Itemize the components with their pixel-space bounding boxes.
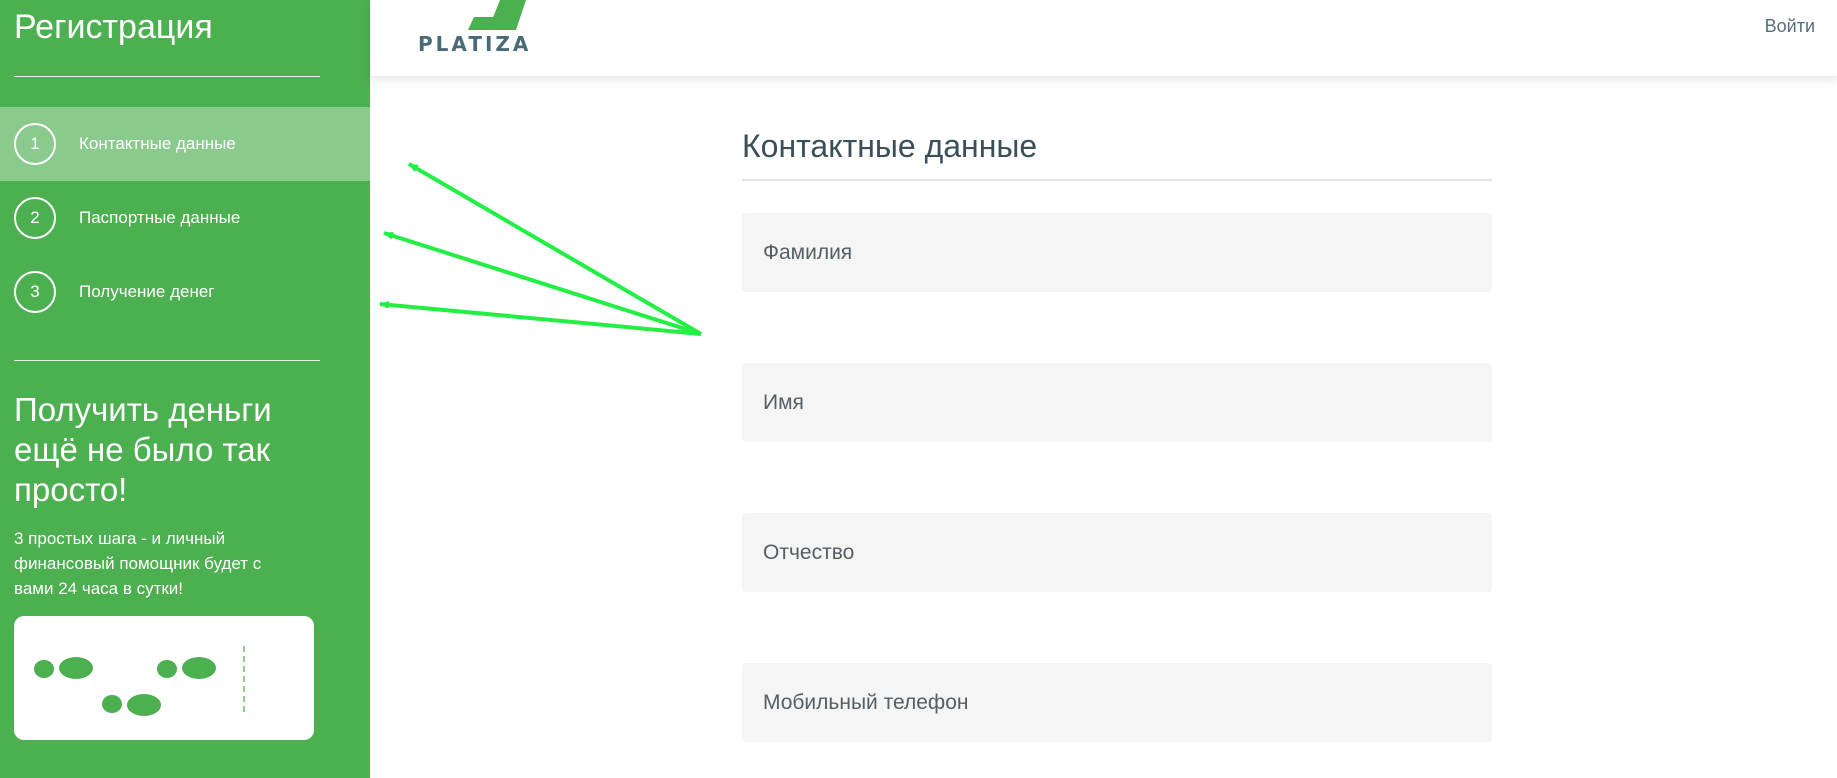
patronymic-field[interactable] bbox=[742, 513, 1492, 592]
step-contact-data[interactable]: 1 Контактные данные bbox=[0, 107, 370, 181]
sidebar: Регистрация 1 Контактные данные 2 Паспор… bbox=[0, 0, 370, 778]
step-number: 2 bbox=[14, 197, 56, 239]
annotation-arrow bbox=[383, 231, 702, 336]
sidebar-divider bbox=[14, 76, 320, 77]
step-label: Паспортные данные bbox=[79, 208, 241, 227]
sidebar-divider bbox=[14, 360, 320, 361]
platiza-logo[interactable]: PLATIZA bbox=[418, 0, 548, 60]
promo-title: Получить деньги ещё не было так просто! bbox=[14, 391, 272, 508]
step-label: Получение денег bbox=[79, 282, 215, 301]
step-passport-data[interactable]: 2 Паспортные данные bbox=[0, 181, 370, 255]
form-title: Контактные данные bbox=[742, 120, 1492, 181]
step-label: Контактные данные bbox=[79, 134, 236, 153]
annotation-arrow bbox=[379, 300, 702, 336]
steps-list: 1 Контактные данные 2 Паспортные данные … bbox=[0, 107, 370, 329]
promo-text: 3 простых шага - и личный финансовый пом… bbox=[14, 529, 262, 598]
promo-card bbox=[14, 616, 314, 740]
annotation-arrow bbox=[407, 162, 703, 336]
footsteps-icon bbox=[34, 646, 245, 716]
step-number: 1 bbox=[14, 123, 56, 165]
login-link[interactable]: Войти bbox=[1765, 16, 1815, 37]
last-name-field[interactable] bbox=[742, 213, 1492, 292]
registration-form: Контактные данные bbox=[742, 120, 1492, 742]
sidebar-title: Регистрация bbox=[14, 8, 213, 46]
step-receive-money[interactable]: 3 Получение денег bbox=[0, 255, 370, 329]
top-header: PLATIZA Войти bbox=[370, 0, 1837, 76]
first-name-field[interactable] bbox=[742, 363, 1492, 442]
step-number: 3 bbox=[14, 271, 56, 313]
logo-mark-icon bbox=[468, 0, 526, 30]
mobile-phone-field[interactable] bbox=[742, 663, 1492, 742]
logo-text: PLATIZA bbox=[418, 32, 532, 56]
